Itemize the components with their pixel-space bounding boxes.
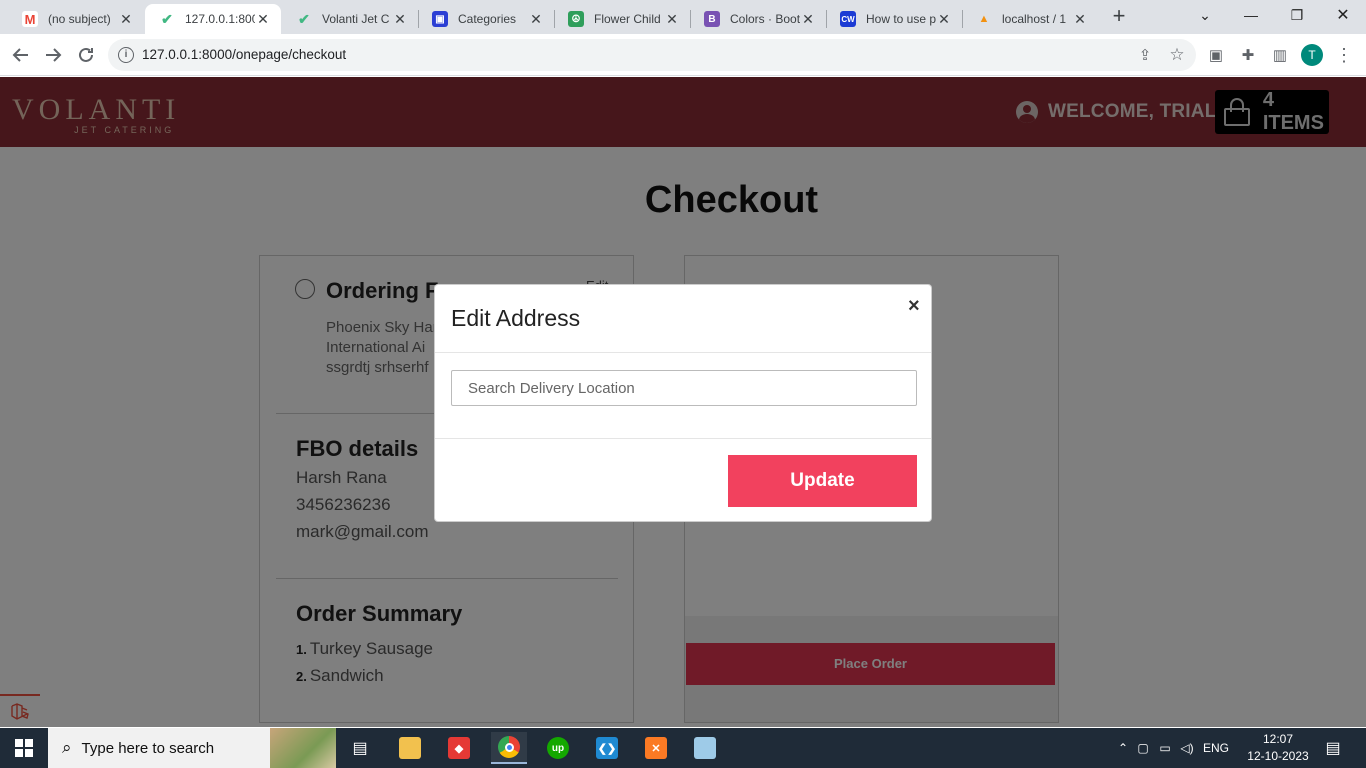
cw-icon: CW bbox=[840, 11, 856, 27]
peace-icon: ☮ bbox=[568, 11, 584, 27]
profile-avatar[interactable]: T bbox=[1301, 44, 1323, 66]
upwork-icon[interactable]: up bbox=[540, 732, 576, 764]
url-text: 127.0.0.1:8000/onepage/checkout bbox=[142, 47, 347, 62]
gmail-icon: M bbox=[22, 11, 38, 27]
forward-arrow-icon bbox=[46, 48, 62, 62]
modal-header: Edit Address × bbox=[435, 285, 931, 353]
taskbar-search-placeholder: Type here to search bbox=[81, 739, 215, 757]
notepad-icon[interactable] bbox=[687, 732, 723, 764]
screenshot-camera-icon[interactable]: ▣ bbox=[1205, 44, 1227, 66]
taskbar-clock[interactable]: 12:07 12-10-2023 bbox=[1246, 731, 1310, 765]
minimize-button[interactable]: — bbox=[1228, 0, 1274, 30]
show-hidden-icons-icon[interactable]: ⌃ bbox=[1114, 741, 1132, 755]
browser-tab-strip: M (no subject) ✕ ✔ 127.0.0.1:800 ✕ ✔ Vol… bbox=[0, 0, 1366, 34]
close-tab-icon[interactable]: ✕ bbox=[392, 11, 408, 28]
language-indicator[interactable]: ENG bbox=[1198, 741, 1234, 755]
close-tab-icon[interactable]: ✕ bbox=[800, 11, 816, 28]
close-tab-icon[interactable]: ✕ bbox=[664, 11, 680, 28]
close-window-button[interactable]: ✕ bbox=[1320, 0, 1366, 30]
windows-taskbar: ⌕ Type here to search ▤ ◆ up ❮❯ ✕ ⌃ ▢ ▭ … bbox=[0, 728, 1366, 768]
tab-flower-child[interactable]: ☮ Flower Child ✕ bbox=[554, 4, 690, 34]
vue-icon: ✔ bbox=[161, 10, 173, 27]
reload-button[interactable] bbox=[74, 43, 98, 67]
close-icon[interactable]: × bbox=[908, 295, 920, 318]
close-tab-icon[interactable]: ✕ bbox=[936, 11, 952, 28]
vue-icon: ✔ bbox=[298, 10, 310, 27]
delivery-location-search-input[interactable] bbox=[451, 370, 917, 406]
bootstrap-icon: B bbox=[704, 11, 720, 27]
share-icon[interactable]: ⇪ bbox=[1134, 44, 1156, 66]
tab-title: (no subject) bbox=[48, 12, 111, 26]
system-tray: ⌃ ▢ ▭ ◁) ENG bbox=[1114, 728, 1234, 768]
tab-title: localhost / 1 bbox=[1002, 12, 1067, 26]
close-tab-icon[interactable]: ✕ bbox=[255, 11, 271, 28]
restore-button[interactable]: ❐ bbox=[1274, 0, 1320, 30]
tab-volanti[interactable]: ✔ Volanti Jet C ✕ bbox=[282, 4, 418, 34]
notifications-icon[interactable]: ▤ bbox=[1322, 728, 1344, 768]
tab-title: Volanti Jet C bbox=[322, 12, 390, 26]
close-tab-icon[interactable]: ✕ bbox=[528, 11, 544, 28]
address-bar[interactable]: i 127.0.0.1:8000/onepage/checkout ⇪ ☆ bbox=[108, 39, 1196, 71]
tab-title: Flower Child bbox=[594, 12, 661, 26]
side-panel-icon[interactable]: ▥ bbox=[1269, 44, 1291, 66]
task-view-icon[interactable]: ▤ bbox=[342, 732, 378, 764]
anydesk-icon[interactable]: ◆ bbox=[441, 732, 477, 764]
edit-address-modal: Edit Address × Update bbox=[434, 284, 932, 522]
web-page: VOLANTI JET CATERING WELCOME, TRIAL ❯ 4 … bbox=[0, 77, 1366, 727]
tab-bootstrap[interactable]: B Colors · Boot ✕ bbox=[690, 4, 826, 34]
bookmark-star-icon[interactable]: ☆ bbox=[1166, 44, 1188, 66]
tab-title: How to use p bbox=[866, 12, 936, 26]
close-tab-icon[interactable]: ✕ bbox=[118, 11, 134, 28]
search-icon: ⌕ bbox=[62, 738, 72, 757]
tab-title: Categories bbox=[458, 12, 517, 26]
start-button[interactable] bbox=[6, 728, 42, 768]
modal-footer: Update bbox=[435, 438, 931, 522]
vscode-icon[interactable]: ❮❯ bbox=[589, 732, 625, 764]
modal-title: Edit Address bbox=[451, 305, 581, 331]
tab-checkout[interactable]: ✔ 127.0.0.1:800 ✕ bbox=[145, 4, 281, 34]
tab-categories[interactable]: ▣ Categories ✕ bbox=[418, 4, 554, 34]
phpmyadmin-icon: ▲ bbox=[978, 13, 990, 25]
back-arrow-icon bbox=[12, 48, 28, 62]
clock-time: 12:07 bbox=[1262, 732, 1294, 746]
new-tab-button[interactable]: + bbox=[1108, 5, 1130, 28]
forward-button[interactable] bbox=[41, 43, 65, 67]
chrome-icon[interactable] bbox=[491, 732, 527, 764]
tab-how-to-use[interactable]: CW How to use p ✕ bbox=[826, 4, 962, 34]
taskbar-search-box[interactable]: ⌕ Type here to search bbox=[48, 728, 336, 768]
tab-gmail[interactable]: M (no subject) ✕ bbox=[8, 4, 144, 34]
volume-icon[interactable]: ◁) bbox=[1176, 741, 1198, 755]
reload-icon bbox=[79, 47, 93, 62]
tab-title: Colors · Boot bbox=[730, 12, 800, 26]
clock-date: 12-10-2023 bbox=[1247, 749, 1309, 763]
tab-search-chevron-icon[interactable]: ⌄ bbox=[1182, 0, 1228, 30]
close-tab-icon[interactable]: ✕ bbox=[1072, 11, 1088, 28]
file-explorer-icon[interactable] bbox=[392, 732, 428, 764]
update-button[interactable]: Update bbox=[728, 455, 917, 507]
tab-title: 127.0.0.1:800 bbox=[185, 12, 255, 26]
search-highlight-image bbox=[270, 728, 336, 768]
xampp-icon[interactable]: ✕ bbox=[638, 732, 674, 764]
windows-logo-icon bbox=[15, 739, 33, 757]
menu-kebab-icon[interactable]: ⋮ bbox=[1333, 44, 1355, 66]
back-button[interactable] bbox=[9, 43, 33, 67]
meet-now-icon[interactable]: ▢ bbox=[1132, 741, 1154, 755]
network-icon[interactable]: ▭ bbox=[1154, 741, 1176, 755]
extensions-puzzle-icon[interactable]: ✚ bbox=[1237, 44, 1259, 66]
bag-icon: ▣ bbox=[432, 11, 448, 27]
tab-phpmyadmin[interactable]: ▲ localhost / 1 ✕ bbox=[962, 4, 1098, 34]
browser-toolbar: i 127.0.0.1:8000/onepage/checkout ⇪ ☆ ▣ … bbox=[0, 34, 1366, 76]
site-info-icon[interactable]: i bbox=[118, 47, 134, 63]
